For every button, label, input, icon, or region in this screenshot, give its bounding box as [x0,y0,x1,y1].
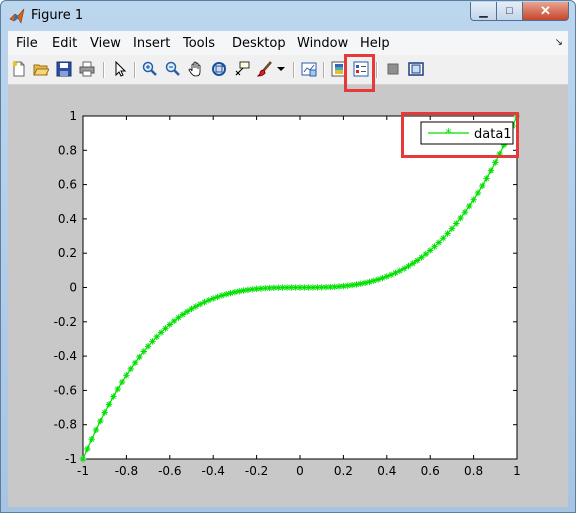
menu-view[interactable]: View [90,36,121,51]
menu-edit[interactable]: Edit [52,36,77,51]
hide-plot-tools-icon[interactable] [384,60,402,78]
dock-arrow-icon[interactable]: ↘ [555,37,563,48]
zoom-out-icon[interactable] [164,60,182,78]
data-point-marker [97,417,104,425]
y-tick-label: -1 [65,452,77,466]
minimize-button[interactable]: ▁ [470,2,497,21]
data-point-marker [140,348,147,355]
x-tick-label: 0.6 [421,464,440,478]
x-tick-label: -0.4 [201,464,224,478]
y-tick-label: -0.4 [54,349,77,363]
pan-hand-icon[interactable] [187,60,205,78]
data-point-marker [131,359,139,366]
y-tick-label: 1 [69,109,77,123]
y-tick-label: -0.8 [54,418,77,432]
edit-plot-arrow-icon[interactable] [111,60,129,78]
minimize-icon: ▁ [479,5,488,18]
close-button[interactable]: ✕ [523,2,569,21]
matlab-icon [9,8,25,24]
x-tick-label: 0.8 [464,464,483,478]
show-plot-tools-icon[interactable] [407,60,425,78]
y-tick-label: 0.4 [58,212,77,226]
x-tick-label: -0.2 [245,464,268,478]
window-controls: ▁ □ ✕ [470,2,569,21]
x-tick-label: 0 [296,464,304,478]
y-tick-label: -0.2 [54,315,77,329]
brush-icon[interactable] [256,60,274,78]
data-point-marker [127,365,134,373]
new-figure-icon[interactable] [10,60,28,78]
toolbar-separator [134,62,136,78]
y-tick-label: 0 [69,281,77,295]
figure-client-area: File Edit View Insert Tools Desktop Wind… [8,31,568,507]
window-title: Figure 1 [31,8,84,23]
legend-button-highlight [344,54,375,92]
maximize-icon: □ [506,5,513,17]
data-cursor-icon[interactable] [233,60,251,78]
figure-toolbar [8,56,568,85]
y-tick-label: 0.6 [58,178,77,192]
data-point-marker [110,393,117,400]
menu-file[interactable]: File [16,36,38,51]
data-point-marker [453,220,460,227]
x-tick-label: 1 [513,464,521,478]
link-plot-icon[interactable] [300,60,318,78]
data-point-marker [457,214,464,222]
title-bar[interactable]: Figure 1 ▁ □ ✕ [1,1,575,31]
y-tick-label: 0.8 [58,143,77,157]
menu-desktop[interactable]: Desktop [232,36,286,51]
print-icon[interactable] [78,60,96,78]
x-tick-label: 0.2 [334,464,353,478]
menu-bar: File Edit View Insert Tools Desktop Wind… [8,31,568,55]
figure-window: Figure 1 ▁ □ ✕ File Edit View Insert Too… [0,0,576,513]
menu-tools[interactable]: Tools [183,36,215,51]
open-file-icon[interactable] [32,60,50,78]
x-tick-label: -0.8 [115,464,138,478]
y-tick-label: -0.6 [54,383,77,397]
menu-window[interactable]: Window [297,36,348,51]
data-point-marker [118,378,126,386]
x-tick-label: -1 [77,464,89,478]
toolbar-separator [323,62,325,78]
data-point-marker [223,291,230,298]
toolbar-separator [376,62,378,78]
legend-highlight [401,112,519,158]
data-point-marker [88,436,95,443]
x-tick-label: -0.6 [158,464,181,478]
close-icon: ✕ [540,3,551,18]
rotate-3d-icon[interactable] [210,60,228,78]
brush-dropdown-icon[interactable] [276,60,286,78]
x-tick-label: 0.4 [377,464,396,478]
zoom-in-icon[interactable] [141,60,159,78]
y-tick-label: 0.2 [58,246,77,260]
data-point-marker [448,225,456,232]
menu-insert[interactable]: Insert [133,36,170,51]
toolbar-separator [293,62,295,78]
data-point-marker [144,343,152,350]
menu-help[interactable]: Help [360,36,390,51]
maximize-button[interactable]: □ [497,2,523,21]
toolbar-separator [103,62,105,78]
save-icon[interactable] [55,60,73,78]
